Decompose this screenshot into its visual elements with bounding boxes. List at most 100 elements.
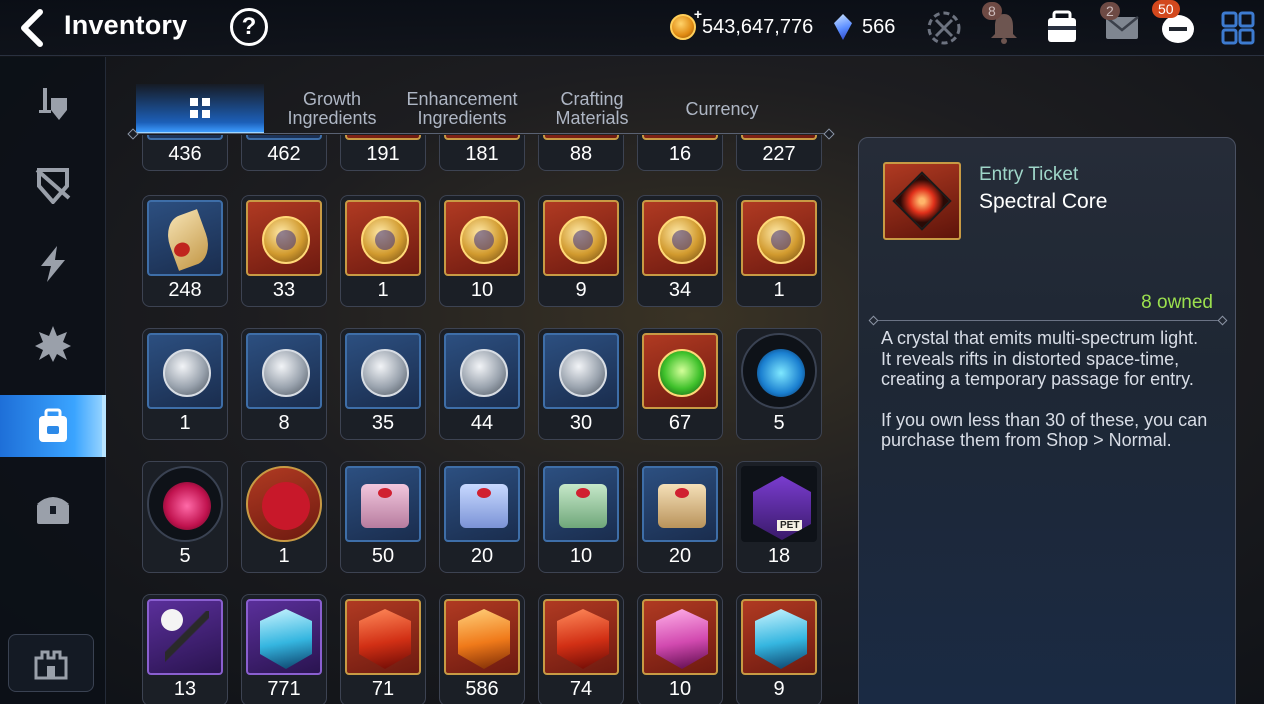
pink-crystal-icon xyxy=(163,482,211,530)
gold-rune-icon xyxy=(361,216,409,264)
orange-gem-icon xyxy=(458,609,510,669)
inventory-item[interactable]: 30 xyxy=(538,328,624,440)
inventory-item[interactable]: 10 xyxy=(538,461,624,573)
sidebar-item-boosters[interactable] xyxy=(0,313,106,375)
silver-rune-icon xyxy=(262,349,310,397)
inventory-item[interactable]: 9 xyxy=(538,195,624,307)
chat-badge: 50 xyxy=(1152,0,1180,18)
help-button[interactable]: ? xyxy=(230,8,268,46)
crystal-currency[interactable]: 566 xyxy=(834,10,895,44)
inventory-item[interactable]: 191 xyxy=(340,135,426,171)
inventory-item[interactable]: 227 xyxy=(736,135,822,171)
top-bar: Inventory ? + 543,647,776 566 8 2 50 xyxy=(0,0,1264,56)
sidebar-item-materials[interactable] xyxy=(0,395,106,457)
mail-badge: 2 xyxy=(1100,2,1120,20)
inventory-item[interactable]: 771 xyxy=(241,594,327,704)
gold-rune-icon xyxy=(559,216,607,264)
chest-icon xyxy=(37,497,69,524)
blue-chest-icon xyxy=(460,484,508,528)
notification-bell-icon[interactable]: 8 xyxy=(982,2,1024,48)
inventory-item[interactable]: 5 xyxy=(142,461,228,573)
detail-divider xyxy=(873,320,1223,321)
grid-menu-icon[interactable] xyxy=(1218,8,1258,48)
backpack-menu-icon[interactable] xyxy=(1042,8,1082,48)
inventory-item[interactable]: 44 xyxy=(439,328,525,440)
inventory-item[interactable]: 5 xyxy=(736,328,822,440)
grid-icon xyxy=(190,98,210,118)
inventory-item[interactable]: 18 xyxy=(736,461,822,573)
sidebar-item-equipment[interactable] xyxy=(0,73,106,135)
crystal-icon xyxy=(834,14,852,40)
item-detail-thumbnail xyxy=(883,162,961,240)
sword-shield-icon xyxy=(39,88,67,120)
red-charm-icon xyxy=(262,482,310,530)
inventory-item[interactable]: 50 xyxy=(340,461,426,573)
item-owned-count: 8 owned xyxy=(1141,292,1213,313)
red-gem-icon xyxy=(359,609,411,669)
tab-all[interactable] xyxy=(136,84,264,134)
crystal-amount: 566 xyxy=(862,15,896,38)
gold-rune-icon xyxy=(460,216,508,264)
herb-icon xyxy=(161,209,215,271)
guild-button[interactable] xyxy=(8,634,94,692)
inventory-item[interactable]: 16 xyxy=(637,135,723,171)
gold-currency[interactable]: + 543,647,776 xyxy=(670,6,814,44)
broken-shield-icon xyxy=(35,168,71,204)
inventory-item[interactable]: 436 xyxy=(142,135,228,171)
notification-badge: 8 xyxy=(982,2,1002,20)
sidebar-item-runes[interactable] xyxy=(0,233,106,295)
inventory-item[interactable]: 181 xyxy=(439,135,525,171)
inventory-item[interactable]: 74 xyxy=(538,594,624,704)
blue-crystal-icon xyxy=(260,609,312,669)
inventory-item[interactable]: 586 xyxy=(439,594,525,704)
back-button[interactable] xyxy=(14,8,54,48)
inventory-item[interactable]: 9 xyxy=(736,594,822,704)
inventory-item[interactable]: 1 xyxy=(142,328,228,440)
inventory-item[interactable]: 248 xyxy=(142,195,228,307)
inventory-item[interactable]: 1 xyxy=(241,461,327,573)
sidebar-item-artifacts[interactable] xyxy=(0,153,106,215)
cyan-rune-icon xyxy=(755,609,807,669)
crossed-swords-icon[interactable] xyxy=(924,8,964,48)
inventory-item[interactable]: 8 xyxy=(241,328,327,440)
tab-currency[interactable]: Currency xyxy=(658,84,786,134)
inventory-item[interactable]: 1 xyxy=(736,195,822,307)
item-name: Spectral Core xyxy=(979,190,1108,213)
potion-icon xyxy=(656,609,708,669)
lightning-icon xyxy=(41,246,65,282)
inventory-item[interactable]: 20 xyxy=(439,461,525,573)
description-line: A crystal that emits multi-spectrum ligh… xyxy=(881,328,1199,348)
inventory-item[interactable]: 71 xyxy=(340,594,426,704)
gold-coin-icon: + xyxy=(670,6,702,40)
chat-icon[interactable]: 50 xyxy=(1152,0,1198,48)
mail-icon[interactable]: 2 xyxy=(1100,2,1142,48)
inventory-item[interactable]: 67 xyxy=(637,328,723,440)
inventory-item[interactable]: 462 xyxy=(241,135,327,171)
inventory-item[interactable]: 33 xyxy=(241,195,327,307)
gold-rune-icon xyxy=(658,216,706,264)
gold-rune-icon xyxy=(262,216,310,264)
gold-amount: 543,647,776 xyxy=(702,15,814,38)
tab-crafting-materials[interactable]: Crafting Materials xyxy=(528,84,656,134)
inventory-grid: 436 462 191 181 88 16 227 248 33 1 10 9 … xyxy=(106,135,846,704)
silver-rune-icon xyxy=(163,349,211,397)
inventory-item[interactable]: 34 xyxy=(637,195,723,307)
inventory-item[interactable]: 20 xyxy=(637,461,723,573)
castle-icon xyxy=(34,650,68,680)
inventory-item[interactable]: 35 xyxy=(340,328,426,440)
inventory-item[interactable]: 1 xyxy=(340,195,426,307)
item-detail-panel: Entry Ticket Spectral Core 8 owned A cry… xyxy=(858,137,1236,704)
page-title: Inventory xyxy=(64,10,188,40)
inventory-item[interactable]: 13 xyxy=(142,594,228,704)
sidebar-item-chests[interactable] xyxy=(0,477,106,539)
inventory-item[interactable]: 88 xyxy=(538,135,624,171)
tab-enhancement-ingredients[interactable]: Enhancement Ingredients xyxy=(398,84,526,134)
inventory-item[interactable]: 10 xyxy=(439,195,525,307)
red-gem-icon xyxy=(557,609,609,669)
tab-growth-ingredients[interactable]: Growth Ingredients xyxy=(268,84,396,134)
silver-rune-icon xyxy=(361,349,409,397)
green-gem-icon xyxy=(658,349,706,397)
cyan-orb-icon xyxy=(757,349,805,397)
inventory-item[interactable]: 10 xyxy=(637,594,723,704)
pet-ticket-icon xyxy=(753,476,811,540)
